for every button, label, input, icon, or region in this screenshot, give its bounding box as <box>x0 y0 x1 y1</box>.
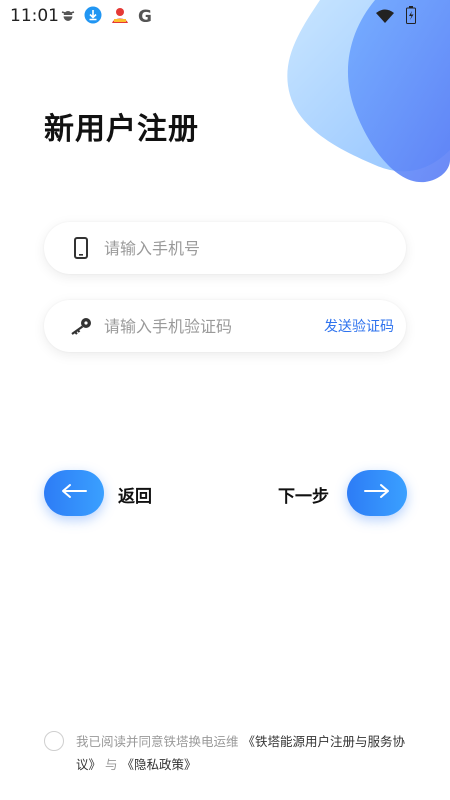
verification-code-field[interactable]: 发送验证码 <box>44 300 406 352</box>
verification-code-input[interactable] <box>102 315 306 337</box>
google-icon: G <box>138 7 152 27</box>
next-label[interactable]: 下一步 <box>278 482 329 507</box>
wifi-icon <box>376 8 394 27</box>
avatar-icon <box>110 6 130 28</box>
send-code-button[interactable]: 发送验证码 <box>306 316 416 336</box>
agreement-prefix: 我已阅读并同意铁塔换电运维 <box>76 734 239 749</box>
phone-icon <box>70 237 92 259</box>
agreement-section: 我已阅读并同意铁塔换电运维 《铁塔能源用户注册与服务协议》 与 《隐私政策》 <box>44 730 414 776</box>
download-icon <box>84 6 102 28</box>
agreement-checkbox[interactable] <box>44 731 64 751</box>
page-title: 新用户注册 <box>44 112 199 147</box>
bug-icon <box>60 7 76 27</box>
status-time: 11:01 <box>10 6 59 26</box>
arrow-right-icon <box>364 483 390 503</box>
status-bar: 11:01 G <box>0 0 450 32</box>
back-button[interactable] <box>44 470 104 516</box>
back-label[interactable]: 返回 <box>118 482 152 507</box>
arrow-left-icon <box>61 483 87 503</box>
agreement-text: 我已阅读并同意铁塔换电运维 《铁塔能源用户注册与服务协议》 与 《隐私政策》 <box>76 730 414 776</box>
phone-field[interactable] <box>44 222 406 274</box>
agreement-joiner: 与 <box>105 757 118 772</box>
privacy-policy-link[interactable]: 《隐私政策》 <box>122 757 197 772</box>
battery-icon <box>406 6 416 28</box>
next-button[interactable] <box>347 470 407 516</box>
key-icon <box>70 315 92 337</box>
phone-input[interactable] <box>102 237 406 259</box>
